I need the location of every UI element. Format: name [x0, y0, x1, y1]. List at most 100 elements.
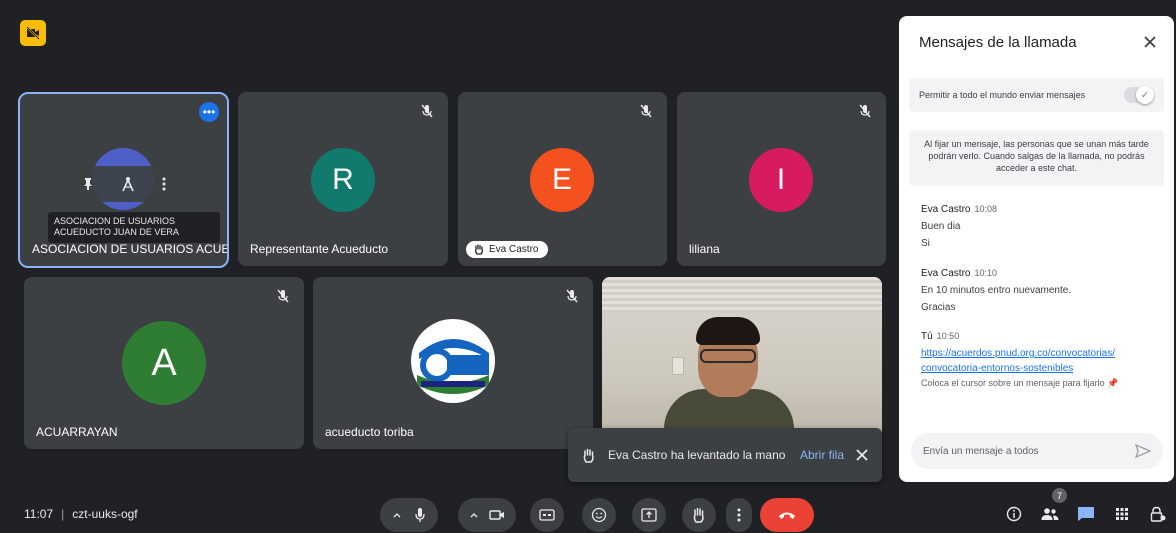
present-screen-button[interactable] — [632, 498, 666, 532]
participant-avatar: I — [749, 148, 813, 212]
close-panel-button[interactable] — [1144, 32, 1156, 52]
chat-message-group: Eva Castro 10:08 Buen dia Si — [921, 204, 1161, 249]
participant-count-badge: 7 — [1052, 488, 1067, 503]
close-icon[interactable] — [856, 449, 868, 461]
hang-up-icon — [779, 512, 795, 519]
info-icon — [1006, 506, 1022, 522]
participant-tile-eva[interactable]: E Eva Castro — [458, 92, 667, 266]
allow-messages-label: Permitir a todo el mundo enviar mensajes — [919, 90, 1086, 100]
panel-title: Mensajes de la llamada — [919, 34, 1077, 51]
wall-switch — [672, 357, 684, 375]
window-blinds — [602, 277, 882, 313]
meeting-details-button[interactable] — [1002, 502, 1026, 526]
message-sender: Eva Castro — [921, 268, 971, 279]
chat-icon — [1078, 507, 1094, 521]
mic-control[interactable] — [380, 498, 438, 532]
captions-button[interactable] — [530, 498, 564, 532]
more-options-icon[interactable]: ••• — [199, 102, 219, 122]
tile-hover-controls — [72, 166, 176, 202]
hand-icon — [475, 244, 483, 255]
acueducto-logo — [411, 319, 495, 403]
hand-icon — [583, 448, 594, 463]
camera-off-indicator[interactable] — [20, 20, 46, 46]
mic-off-icon — [277, 289, 289, 303]
message-composer[interactable]: Envía un mensaje a todos — [911, 433, 1163, 469]
meeting-code[interactable]: czt-uuks-ogf — [72, 507, 137, 521]
more-vert-icon — [737, 508, 741, 522]
participant-name-tooltip: ASOCIACION DE USUARIOS ACUEDUCTO JUAN DE… — [48, 212, 220, 243]
raise-hand-button[interactable] — [682, 498, 716, 532]
grid-icon — [1116, 508, 1128, 520]
message-time: 10:50 — [936, 331, 960, 341]
person-hair — [696, 317, 760, 345]
chevron-up-icon[interactable] — [470, 512, 478, 518]
participant-avatar: R — [311, 148, 375, 212]
video-off-icon — [26, 26, 40, 40]
message-link[interactable]: convocatoria-entornos-sostenibles — [921, 361, 1161, 376]
chat-message-group: Eva Castro 10:10 En 10 minutos entro nuev… — [921, 268, 1161, 313]
participant-name: ASOCIACION DE USUARIOS ACUE... — [32, 242, 227, 256]
compass-icon[interactable] — [120, 176, 136, 192]
more-options-button[interactable] — [726, 498, 752, 532]
pin-hint: Coloca el cursor sobre un mensaje para f… — [921, 378, 1105, 388]
send-icon[interactable] — [1135, 444, 1151, 458]
people-icon — [1041, 508, 1059, 520]
message-time: 10:10 — [974, 268, 997, 278]
message-text: En 10 minutos entro nuevamente. — [921, 285, 1072, 296]
people-button[interactable] — [1038, 502, 1062, 526]
participant-avatar: E — [530, 148, 594, 212]
message-link[interactable]: https://acuerdos.pnud.org.co/convocatori… — [921, 346, 1161, 361]
participant-tile-representante[interactable]: R Representante Acueducto — [238, 92, 448, 266]
message-text: Si — [921, 238, 930, 249]
participant-name: acueducto toriba — [325, 425, 414, 439]
message-text: Gracias — [921, 302, 956, 313]
chevron-up-icon[interactable] — [393, 512, 401, 518]
participant-name: ACUARRAYAN — [36, 425, 118, 439]
pin-icon: 📌 — [1107, 378, 1119, 388]
present-icon — [641, 508, 657, 522]
participant-tile-acuarrayan[interactable]: A ACUARRAYAN — [24, 277, 304, 449]
meeting-info: 11:07 | czt-uuks-ogf — [24, 507, 138, 521]
emoji-icon — [591, 507, 607, 523]
participant-tile-video[interactable] — [602, 277, 882, 449]
activities-button[interactable] — [1110, 502, 1134, 526]
mic-off-icon — [859, 104, 871, 118]
mic-off-icon — [421, 104, 433, 118]
hand-icon — [693, 507, 704, 523]
participant-name: liliana — [689, 242, 720, 256]
raised-hand-chip: Eva Castro — [466, 241, 549, 258]
close-icon — [1144, 36, 1156, 48]
message-text: Buen dia — [921, 221, 961, 232]
allow-messages-row: Permitir a todo el mundo enviar mensajes… — [909, 78, 1164, 112]
pin-icon[interactable] — [82, 177, 94, 191]
allow-messages-toggle[interactable]: ✓ — [1124, 86, 1154, 104]
participant-tile-asociacion[interactable]: ••• ASOCIACION DE USUARIOS ACUEDUCTO JUA… — [18, 92, 229, 268]
host-controls-button[interactable] — [1146, 502, 1170, 526]
lock-person-icon — [1150, 506, 1166, 522]
participant-avatar: A — [122, 321, 206, 405]
composer-placeholder: Envía un mensaje a todos — [923, 445, 1039, 457]
captions-icon — [539, 509, 555, 521]
camera-control[interactable] — [458, 498, 516, 532]
message-sender: Tú — [921, 331, 933, 342]
chat-message-group: Tú 10:50 https://acuerdos.pnud.org.co/con… — [921, 331, 1161, 389]
toast-message: Eva Castro ha levantado la mano — [608, 448, 786, 462]
message-time: 10:08 — [974, 204, 997, 214]
video-camera-icon[interactable] — [488, 509, 505, 521]
reactions-button[interactable] — [582, 498, 616, 532]
participant-tile-acueducto-toriba[interactable]: acueducto toriba — [313, 277, 593, 449]
chat-button[interactable] — [1074, 502, 1098, 526]
participant-tile-liliana[interactable]: I liliana — [677, 92, 886, 266]
separator: | — [61, 507, 65, 521]
chat-panel: Mensajes de la llamada Permitir a todo e… — [899, 16, 1174, 482]
water-logo-icon — [412, 320, 494, 402]
pin-info-box: Al fijar un mensaje, las personas que se… — [909, 130, 1164, 186]
more-vert-icon[interactable] — [162, 177, 166, 191]
open-queue-button[interactable]: Abrir fila — [800, 448, 844, 462]
clock: 11:07 — [24, 507, 54, 521]
raised-hand-name: Eva Castro — [489, 244, 539, 255]
participant-name: Representante Acueducto — [250, 242, 389, 256]
mic-off-icon — [640, 104, 652, 118]
leave-call-button[interactable] — [760, 498, 814, 532]
microphone-icon[interactable] — [414, 507, 426, 523]
